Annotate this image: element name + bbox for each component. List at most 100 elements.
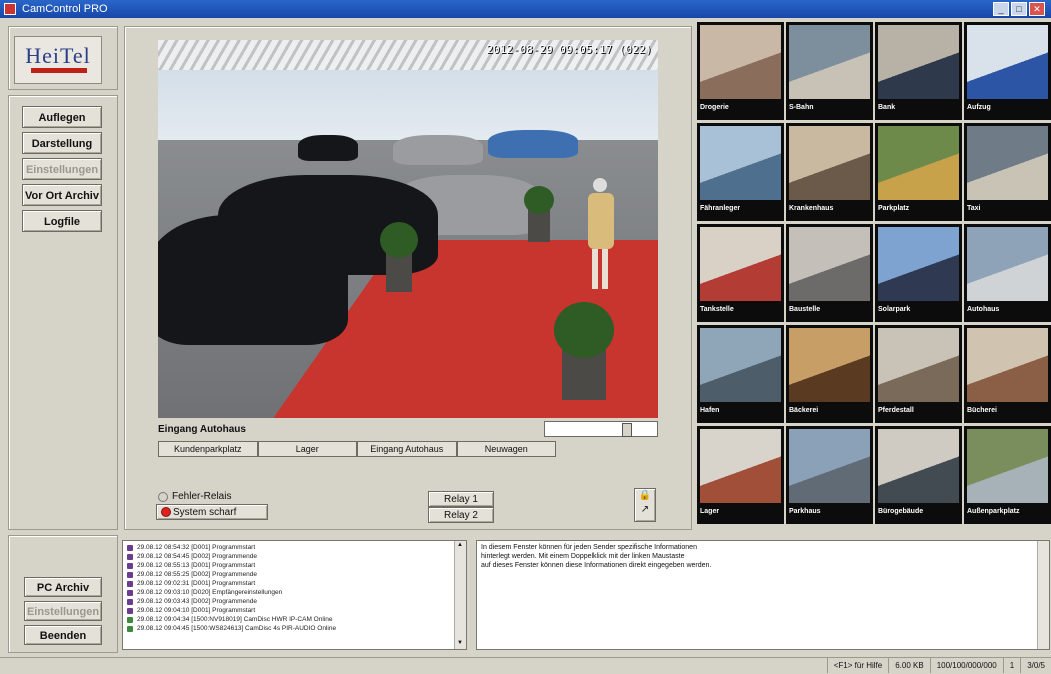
log-entry[interactable]: 29.08.12 09:03:43 [D002] Programmende <box>123 597 454 606</box>
maximize-button[interactable]: □ <box>1011 2 1027 16</box>
camera-thumbnail[interactable]: Drogerie <box>697 22 784 120</box>
camera-thumbnail[interactable]: Parkhaus <box>786 426 873 524</box>
log-entry-text: 29.08.12 08:55:25 [D002] Programmende <box>137 571 257 578</box>
camera-thumbnail[interactable]: Fähranleger <box>697 123 784 221</box>
tab-eingang-autohaus[interactable]: Eingang Autohaus <box>357 441 457 457</box>
log-event-icon <box>127 626 133 632</box>
log-entry-text: 29.08.12 09:04:34 [1500:NV918019] CamDis… <box>137 616 333 623</box>
thumbnail-label: S-Bahn <box>789 104 814 111</box>
log-event-icon <box>127 617 133 623</box>
camera-thumbnail[interactable]: Bürogebäude <box>875 426 962 524</box>
fehler-relais-row: Fehler-Relais <box>158 491 231 502</box>
thumbnail-label: Außenparkplatz <box>967 508 1020 515</box>
log-entry[interactable]: 29.08.12 08:55:25 [D002] Programmende <box>123 570 454 579</box>
info-text: In diesem Fenster können für jeden Sende… <box>481 543 711 570</box>
camera-thumbnail[interactable]: Baustelle <box>786 224 873 322</box>
auflegen-button[interactable]: Auflegen <box>22 106 102 128</box>
system-scharf-label: System scharf <box>173 507 237 518</box>
camera-live-view[interactable]: 2012-08-29 09:05:17 (022) <box>158 40 658 418</box>
thumbnail-image <box>789 429 870 503</box>
camera-thumbnail[interactable]: S-Bahn <box>786 22 873 120</box>
camera-thumbnail[interactable]: Autohaus <box>964 224 1051 322</box>
slider-thumb[interactable] <box>622 423 632 437</box>
camera-thumbnail[interactable]: Tankstelle <box>697 224 784 322</box>
log-entry[interactable]: 29.08.12 08:54:45 [D002] Programmende <box>123 552 454 561</box>
info-line: In diesem Fenster können für jeden Sende… <box>481 544 697 551</box>
log-entry-text: 29.08.12 09:03:10 [D020] Empfängereinste… <box>137 589 283 596</box>
logfile-button[interactable]: Logfile <box>22 210 102 232</box>
thumbnail-image <box>789 328 870 402</box>
einstellungen-bottom-button[interactable]: Einstellungen <box>24 601 102 621</box>
scroll-up-arrow[interactable]: ▲ <box>456 542 464 550</box>
camera-thumbnail[interactable]: Pferdestall <box>875 325 962 423</box>
window-title: CamControl PRO <box>22 3 108 15</box>
camera-thumbnail[interactable]: Taxi <box>964 123 1051 221</box>
title-bar: CamControl PRO _ □ ✕ <box>0 0 1051 18</box>
thumbnail-image <box>878 126 959 200</box>
tab-neuwagen[interactable]: Neuwagen <box>456 441 556 457</box>
thumbnail-image <box>967 126 1048 200</box>
thumbnail-image <box>789 227 870 301</box>
log-entry[interactable]: 29.08.12 09:04:34 [1500:NV918019] CamDis… <box>123 615 454 624</box>
log-scrollbar[interactable]: ▲ ▼ <box>454 541 466 649</box>
heitel-logo: HeiTel <box>14 36 102 84</box>
einstellungen-button[interactable]: Einstellungen <box>22 158 102 180</box>
log-entry[interactable]: 29.08.12 09:03:10 [D020] Empfängereinste… <box>123 588 454 597</box>
log-entry[interactable]: 29.08.12 09:02:31 [D001] Programmstart <box>123 579 454 588</box>
beenden-button[interactable]: Beenden <box>24 625 102 645</box>
thumbnail-label: Parkplatz <box>878 205 910 212</box>
thumbnail-label: Tankstelle <box>700 306 734 313</box>
thumbnail-label: Parkhaus <box>789 508 821 515</box>
status-help: <F1> für Hilfe <box>826 658 888 673</box>
thumbnail-label: Bürogebäude <box>878 508 924 515</box>
fehler-relais-indicator <box>158 491 168 502</box>
thumbnail-label: Lager <box>700 508 720 515</box>
system-status-indicator <box>161 507 171 518</box>
info-scrollbar[interactable] <box>1037 541 1049 649</box>
status-counters: 100/100/000/000 <box>929 658 1003 673</box>
camera-thumbnail[interactable]: Bücherei <box>964 325 1051 423</box>
scroll-down-arrow[interactable]: ▼ <box>456 640 464 648</box>
camera-tabs: Kundenparkplatz Lager Eingang Autohaus N… <box>158 441 556 457</box>
log-entry[interactable]: 29.08.12 08:55:13 [D001] Programmstart <box>123 561 454 570</box>
thumbnail-image <box>700 227 781 301</box>
thumbnail-image <box>878 429 959 503</box>
relay2-button[interactable]: Relay 2 <box>428 507 494 523</box>
status-num: 1 <box>1002 658 1020 673</box>
thumbnail-image <box>700 25 781 99</box>
log-event-icon <box>127 581 133 587</box>
camera-thumbnail[interactable]: Bäckerei <box>786 325 873 423</box>
camera-slider[interactable] <box>544 421 658 437</box>
vor-ort-archiv-button[interactable]: Vor Ort Archiv <box>22 184 102 206</box>
tab-lager[interactable]: Lager <box>257 441 357 457</box>
system-scharf-button[interactable]: System scharf <box>156 504 268 520</box>
event-log[interactable]: 29.08.12 08:54:32 [D001] Programmstart 29… <box>122 540 467 650</box>
camera-thumbnail[interactable]: Aufzug <box>964 22 1051 120</box>
app-icon <box>4 3 16 15</box>
thumbnail-label: Autohaus <box>967 306 1000 313</box>
log-entry[interactable]: 29.08.12 08:54:32 [D001] Programmstart <box>123 543 454 552</box>
camera-thumbnail[interactable]: Lager <box>697 426 784 524</box>
log-entry[interactable]: 29.08.12 09:04:45 [1500:WS824613] CamDis… <box>123 624 454 633</box>
log-entry[interactable]: 29.08.12 09:04:10 [D001] Programmstart <box>123 606 454 615</box>
camera-thumbnail[interactable]: Außenparkplatz <box>964 426 1051 524</box>
camera-thumbnail[interactable]: Krankenhaus <box>786 123 873 221</box>
tab-kundenparkplatz[interactable]: Kundenparkplatz <box>158 441 258 457</box>
darstellung-button[interactable]: Darstellung <box>22 132 102 154</box>
camera-thumbnail[interactable]: Bank <box>875 22 962 120</box>
fehler-relais-label: Fehler-Relais <box>172 491 232 502</box>
thumbnail-image <box>967 25 1048 99</box>
close-button[interactable]: ✕ <box>1029 2 1045 16</box>
camera-thumbnail[interactable]: Parkplatz <box>875 123 962 221</box>
relay1-button[interactable]: Relay 1 <box>428 491 494 507</box>
thumbnail-image <box>700 126 781 200</box>
log-event-icon <box>127 572 133 578</box>
sender-info-panel[interactable]: In diesem Fenster können für jeden Sende… <box>476 540 1050 650</box>
tools-button[interactable]: 🔒 ↗ <box>634 488 656 522</box>
pc-archiv-button[interactable]: PC Archiv <box>24 577 102 597</box>
camera-thumbnail[interactable]: Hafen <box>697 325 784 423</box>
camera-thumbnail[interactable]: Solarpark <box>875 224 962 322</box>
log-entry-text: 29.08.12 09:02:31 [D001] Programmstart <box>137 580 256 587</box>
minimize-button[interactable]: _ <box>993 2 1009 16</box>
thumbnail-label: Baustelle <box>789 306 821 313</box>
